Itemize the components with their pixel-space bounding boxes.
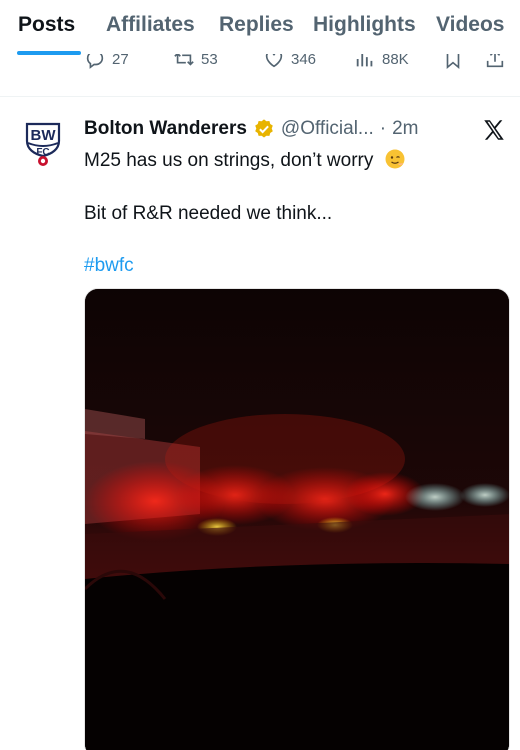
like-count: 346 bbox=[291, 54, 317, 68]
views-button[interactable]: 88K bbox=[354, 54, 409, 70]
post-text-line1: M25 has us on strings, don’t worry bbox=[84, 146, 407, 172]
saluting-face-emoji-icon bbox=[385, 149, 405, 169]
previous-post-actions: 27 53 346 88K bbox=[0, 54, 520, 76]
share-icon bbox=[486, 54, 504, 68]
author-handle[interactable]: @Official... bbox=[281, 118, 374, 140]
tab-replies[interactable]: Replies bbox=[219, 13, 294, 37]
tab-affiliates[interactable]: Affiliates bbox=[106, 13, 195, 37]
repost-icon bbox=[174, 54, 194, 66]
views-icon bbox=[356, 54, 373, 67]
reply-count: 27 bbox=[112, 54, 129, 68]
repost-count: 53 bbox=[201, 54, 218, 68]
repost-button[interactable]: 53 bbox=[173, 54, 218, 70]
like-button[interactable]: 346 bbox=[263, 54, 316, 70]
reply-icon bbox=[86, 54, 104, 69]
traffic-night-photo bbox=[85, 289, 509, 750]
post-text: M25 has us on strings, don’t worry bbox=[84, 150, 374, 171]
tab-videos[interactable]: Videos bbox=[436, 13, 504, 37]
post-text-line2: Bit of R&R needed we think... bbox=[84, 203, 333, 224]
verified-badge-icon bbox=[255, 119, 273, 138]
reply-button[interactable]: 27 bbox=[84, 54, 129, 70]
meta-separator: · bbox=[379, 118, 387, 139]
post-divider bbox=[0, 96, 520, 97]
bookmark-button[interactable] bbox=[442, 54, 464, 70]
author-name[interactable]: Bolton Wanderers bbox=[84, 118, 247, 140]
bookmark-icon bbox=[446, 54, 460, 70]
post-time[interactable]: 2m bbox=[392, 118, 418, 140]
hashtag-link[interactable]: #bwfc bbox=[84, 255, 134, 277]
heart-icon bbox=[265, 54, 283, 68]
share-button[interactable] bbox=[484, 54, 506, 70]
profile-tabs: Posts Affiliates Replies Highlights Vide… bbox=[0, 0, 520, 55]
svg-text:BW: BW bbox=[31, 127, 57, 144]
post-media-photo[interactable] bbox=[84, 288, 510, 750]
tab-posts[interactable]: Posts bbox=[18, 13, 75, 37]
club-crest-avatar[interactable]: BW FC bbox=[18, 118, 68, 168]
post-header: Bolton Wanderers @Official... · 2m bbox=[84, 118, 419, 140]
views-count: 88K bbox=[382, 54, 409, 68]
x-logo-icon[interactable] bbox=[481, 117, 507, 143]
tab-highlights[interactable]: Highlights bbox=[313, 13, 416, 37]
